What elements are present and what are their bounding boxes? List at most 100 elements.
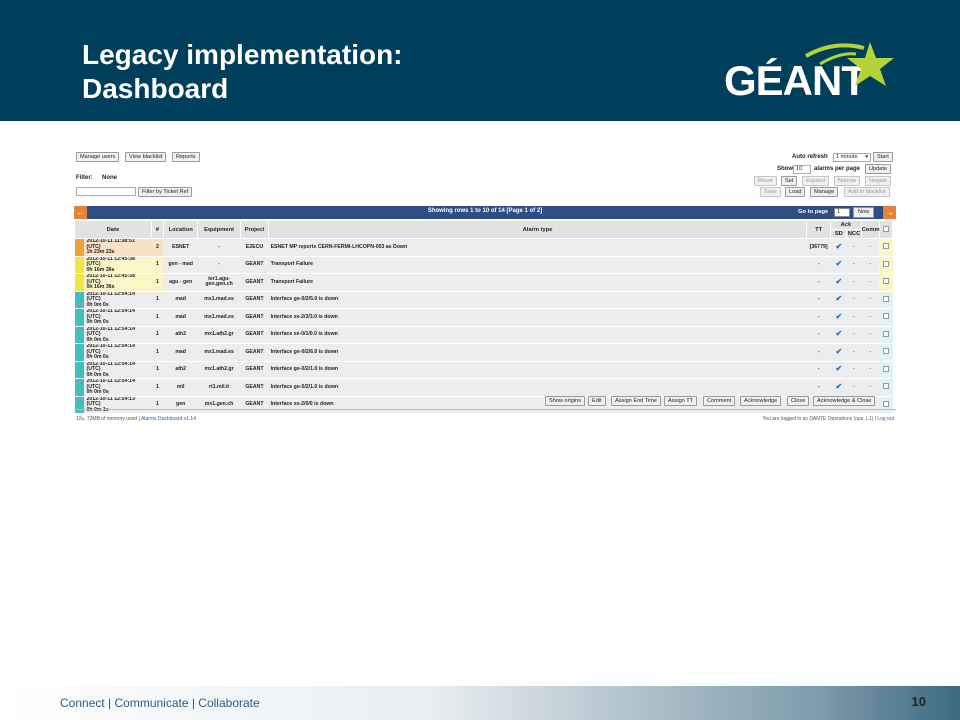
cell-ack-sd[interactable]: ✔ [830, 361, 847, 379]
severity-indicator [74, 361, 84, 378]
column-header-tt[interactable]: TT [805, 220, 832, 239]
date-timestamp: 2012-10-11 12:54:14 (UTC) [86, 361, 135, 372]
column-header-location[interactable]: Location [162, 220, 199, 239]
cell-location: mad [163, 343, 198, 362]
checkmark-icon: ✔ [835, 311, 843, 321]
add-to-blacklist-button[interactable]: Add to blacklist [844, 187, 890, 197]
version-link[interactable]: Alarms Dashboard v1.14 [141, 416, 196, 422]
cell-location: mil [163, 378, 198, 397]
cell-select[interactable] [879, 308, 893, 327]
manage-button[interactable]: Manage [810, 187, 839, 197]
load-button[interactable]: Load [785, 187, 806, 197]
column-header-alarm-type[interactable]: Alarm type [268, 220, 807, 239]
cell-date: 2012-10-11 12:54:14 (UTC) 0h 0m 0s [74, 361, 152, 379]
log-out-link[interactable]: Log out [877, 416, 894, 422]
cell-select[interactable] [879, 343, 893, 362]
table-row[interactable]: 2012-10-11 12:54:14 (UTC) 0h 0m 0s 1 ath2 mx… [74, 361, 893, 379]
cell-ack-sd[interactable]: ✔ [830, 378, 847, 397]
cell-count: 1 [151, 256, 164, 274]
column-header-date[interactable]: Date [74, 220, 152, 239]
show-origins-button[interactable]: Show origins [545, 396, 586, 406]
table-row[interactable]: 2012-10-11 11:38:51 (UTC) 1h 23m 23s 2 ESNE… [74, 238, 893, 257]
cell-alarm-type[interactable]: Interface xe-2/3/3.0 is down [268, 308, 807, 327]
manage-users-button[interactable]: Manage users [76, 152, 120, 162]
edit-button[interactable]: Edit [588, 396, 606, 406]
table-row[interactable]: 2012-10-11 12:45:38 (UTC) 0h 16m 36s 1 gen … [74, 256, 893, 274]
cell-ack-sd[interactable]: ✔ [830, 256, 847, 274]
table-row[interactable]: 2012-10-11 12:45:38 (UTC) 0h 16m 36s 1 agu … [74, 273, 893, 292]
cell-select[interactable] [879, 361, 893, 379]
table-row[interactable]: 2012-10-11 12:54:14 (UTC) 0h 0m 0s 1 ath2 mx… [74, 326, 893, 344]
column-header-ack: Ack [830, 220, 862, 230]
severity-indicator [74, 309, 84, 326]
acknowledge-button[interactable]: Acknowledge [740, 396, 782, 406]
column-header-ncc[interactable]: NCC [846, 229, 862, 239]
column-header-comm[interactable]: Comm [860, 220, 880, 239]
start-button[interactable]: Start [873, 152, 893, 162]
goto-page-input[interactable]: 1 [834, 208, 850, 217]
cell-equipment: mx1.mad.es [197, 291, 241, 309]
update-button[interactable]: Update [865, 164, 892, 174]
column-header-sd[interactable]: SD [830, 229, 848, 239]
cell-alarm-type[interactable]: Interface ge-0/2/1.0 is down [268, 361, 807, 379]
cell-ack-sd[interactable]: ✔ [830, 238, 847, 257]
save-button[interactable]: Save [760, 187, 781, 197]
next-page-arrow-icon[interactable]: → [883, 206, 896, 219]
now-button[interactable]: Now [853, 207, 875, 218]
reset-button[interactable]: Reset [754, 176, 777, 186]
cell-ack-sd[interactable]: ✔ [830, 343, 847, 362]
cell-project: GEANT [240, 326, 269, 344]
cell-date: 2012-10-11 12:54:14 (UTC) 0h 0m 0s [74, 291, 152, 309]
cell-alarm-type[interactable]: Transport Failure [268, 273, 807, 292]
cell-ack-sd[interactable]: ✔ [830, 291, 847, 309]
date-duration: 0h 0m 0s [86, 336, 109, 343]
cell-select[interactable] [879, 291, 893, 309]
cell-count: 1 [151, 308, 164, 327]
negate-button[interactable]: Negate [865, 176, 892, 186]
geant-logo: GÉANT [724, 40, 896, 112]
select-all-checkbox[interactable] [878, 220, 894, 239]
narrow-button[interactable]: Narrow [834, 176, 861, 186]
cell-alarm-type[interactable]: Transport Failure [268, 256, 807, 274]
table-row[interactable]: 2012-10-11 12:54:14 (UTC) 0h 0m 0s 1 mad mx1… [74, 308, 893, 327]
filter-by-ticket-button[interactable]: Filter by Ticket Ref [138, 187, 193, 197]
column-header-equipment[interactable]: Equipment [197, 220, 241, 239]
cell-select[interactable] [879, 256, 893, 274]
cell-ack-sd[interactable]: ✔ [830, 308, 847, 327]
cell-tt: - [806, 343, 831, 362]
expand-button[interactable]: Expand [802, 176, 829, 186]
table-row[interactable]: 2012-10-11 12:54:14 (UTC) 0h 0m 0s 1 mad mx1… [74, 343, 893, 362]
action-buttons: Show origins Edit Assign End Time Assign… [74, 395, 896, 407]
cell-select[interactable] [879, 238, 893, 257]
assign-end-time-button[interactable]: Assign End Time [611, 396, 661, 406]
cell-ack-sd[interactable]: ✔ [830, 326, 847, 344]
logo-star-icon [805, 42, 894, 86]
cell-select[interactable] [879, 273, 893, 292]
ticket-ref-input[interactable] [76, 187, 136, 196]
table-row[interactable]: 2012-10-11 12:54:14 (UTC) 0h 0m 0s 1 mad mx1… [74, 291, 893, 309]
cell-select[interactable] [879, 378, 893, 397]
set-button[interactable]: Set [781, 176, 798, 186]
view-blacklist-button[interactable]: View blacklist [125, 152, 167, 162]
cell-alarm-type[interactable]: Interface ge-5/2/1.0 is down [268, 378, 807, 397]
cell-select[interactable] [879, 326, 893, 344]
cell-alarm-type[interactable]: Interface ge-0/2/6.0 is down [268, 343, 807, 362]
acknowledge-and-close-button[interactable]: Acknowledge & Close [813, 396, 876, 406]
column-header-project[interactable]: Project [239, 220, 270, 239]
cell-alarm-type[interactable]: ESNET MP reports CERN-FERMI-LHCOPN-003 a… [268, 238, 807, 257]
auto-refresh-label: Auto refresh [792, 154, 828, 160]
reports-button[interactable]: Reports [172, 152, 200, 162]
page-number: 10 [911, 694, 926, 709]
slide-header: Legacy implementation: Dashboard GÉANT [0, 0, 960, 121]
close-button[interactable]: Close [787, 396, 810, 406]
cell-ack-sd[interactable]: ✔ [830, 273, 847, 292]
column-header-count[interactable]: # [150, 220, 164, 239]
cell-project: GEANT [240, 343, 269, 362]
assign-tt-button[interactable]: Assign TT [664, 396, 698, 406]
comment-button[interactable]: Comment [703, 396, 736, 406]
cell-alarm-type[interactable]: Interface ge-0/2/5.0 is down [268, 291, 807, 309]
cell-alarm-type[interactable]: Interface xe-0/1/0.0 is down [268, 326, 807, 344]
alarms-per-page-input[interactable]: 10 [793, 165, 811, 174]
auto-refresh-select[interactable]: 1 minute ▾ [833, 153, 871, 162]
table-row[interactable]: 2012-10-11 12:54:14 (UTC) 0h 0m 0s 1 mil rt1… [74, 378, 893, 397]
